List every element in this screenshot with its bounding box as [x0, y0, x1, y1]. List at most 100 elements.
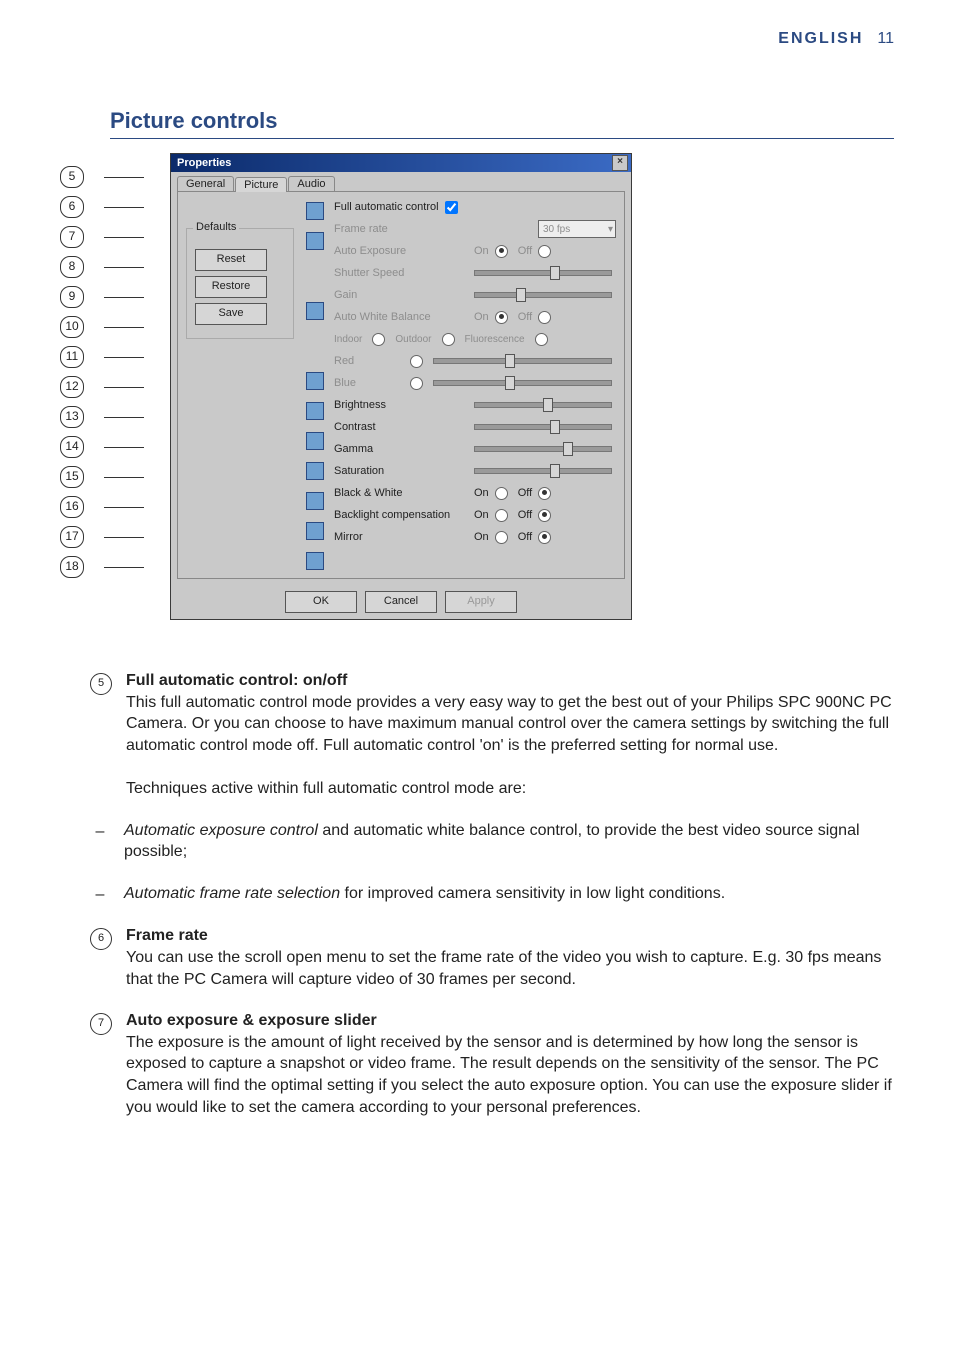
- cancel-button[interactable]: Cancel: [365, 591, 437, 613]
- gamma-icon: [306, 432, 324, 450]
- mirror-on-radio[interactable]: [495, 531, 508, 544]
- bw-off-radio[interactable]: [538, 487, 551, 500]
- header-language: ENGLISH: [778, 30, 863, 48]
- auto-wb-off-radio[interactable]: [538, 311, 551, 324]
- mirror-off-radio[interactable]: [538, 531, 551, 544]
- entry-6-body: You can use the scroll open menu to set …: [126, 949, 881, 988]
- saturation-label: Saturation: [334, 465, 464, 477]
- defaults-legend: Defaults: [193, 221, 239, 233]
- shutter-speed-slider[interactable]: [474, 270, 612, 276]
- entry-6-title: Frame rate: [126, 927, 208, 944]
- callout-15: 15: [60, 466, 84, 488]
- gamma-label: Gamma: [334, 443, 464, 455]
- brightness-icon: [306, 372, 324, 390]
- entry-5-bullet1-italic: Automatic exposure control: [124, 822, 318, 839]
- entry-7-title: Auto exposure & exposure slider: [126, 1012, 377, 1029]
- contrast-icon: [306, 402, 324, 420]
- reset-button[interactable]: Reset: [195, 249, 267, 271]
- red-label: Red: [334, 355, 404, 367]
- frame-rate-label: Frame rate: [334, 223, 464, 235]
- framerate-icon: [306, 202, 324, 220]
- whitebalance-icon: [306, 302, 324, 320]
- close-icon[interactable]: ×: [612, 155, 628, 171]
- bw-on-radio[interactable]: [495, 487, 508, 500]
- entry-5-body: This full automatic control mode provide…: [126, 694, 892, 754]
- brightness-label: Brightness: [334, 399, 464, 411]
- page: ENGLISH 11 Picture controls 5 6 7 8 9 10…: [0, 0, 954, 1350]
- callout-6: 6: [60, 196, 84, 218]
- callout-7: 7: [60, 226, 84, 248]
- backlight-on-radio[interactable]: [495, 509, 508, 522]
- entry-5-bullet2-italic: Automatic frame rate selection: [124, 885, 340, 902]
- icon-column: [304, 198, 326, 570]
- mirror-label: Mirror: [334, 531, 464, 543]
- entry-6-marker: 6: [90, 928, 112, 950]
- callout-11: 11: [60, 346, 84, 368]
- red-radio[interactable]: [410, 355, 423, 368]
- blue-radio[interactable]: [410, 377, 423, 390]
- properties-dialog: Properties × General Picture Audio Defau…: [170, 153, 632, 620]
- gamma-slider[interactable]: [474, 446, 612, 452]
- dialog-titlebar[interactable]: Properties ×: [171, 154, 631, 172]
- backlight-off-radio[interactable]: [538, 509, 551, 522]
- fluorescence-label: Fluorescence: [465, 334, 525, 345]
- auto-exposure-off-radio[interactable]: [538, 245, 551, 258]
- callout-5: 5: [60, 166, 84, 188]
- indoor-radio[interactable]: [372, 333, 385, 346]
- full-auto-checkbox[interactable]: [445, 201, 458, 214]
- full-auto-label: Full automatic control: [334, 201, 439, 213]
- callout-10: 10: [60, 316, 84, 338]
- auto-wb-label: Auto White Balance: [334, 311, 464, 323]
- contrast-slider[interactable]: [474, 424, 612, 430]
- callout-13: 13: [60, 406, 84, 428]
- auto-wb-on-radio[interactable]: [495, 311, 508, 324]
- callout-16: 16: [60, 496, 84, 518]
- bullet-dash: –: [90, 821, 110, 863]
- entry-7-marker: 7: [90, 1013, 112, 1035]
- frame-rate-dropdown[interactable]: 30 fps▾: [538, 220, 616, 238]
- red-slider[interactable]: [433, 358, 612, 364]
- blue-slider[interactable]: [433, 380, 612, 386]
- figure: 5 6 7 8 9 10 11 12 13 14 15 16 17 18 Pro…: [110, 153, 894, 620]
- entry-5-bullet2-rest: for improved camera sensitivity in low l…: [340, 885, 725, 902]
- outdoor-label: Outdoor: [395, 334, 431, 345]
- indoor-label: Indoor: [334, 334, 362, 345]
- callout-12: 12: [60, 376, 84, 398]
- tab-general[interactable]: General: [177, 176, 234, 191]
- tab-audio[interactable]: Audio: [288, 176, 334, 191]
- picture-panel: Defaults Reset Restore Save: [177, 191, 625, 579]
- callout-8: 8: [60, 256, 84, 278]
- gain-slider[interactable]: [474, 292, 612, 298]
- section-title: Picture controls: [110, 108, 894, 139]
- callout-column: 5 6 7 8 9 10 11 12 13 14 15 16 17 18: [60, 167, 144, 577]
- brightness-slider[interactable]: [474, 402, 612, 408]
- restore-button[interactable]: Restore: [195, 276, 267, 298]
- mirror-icon: [306, 552, 324, 570]
- fluorescence-radio[interactable]: [535, 333, 548, 346]
- callout-9: 9: [60, 286, 84, 308]
- auto-exposure-on-radio[interactable]: [495, 245, 508, 258]
- backlight-label: Backlight compensation: [334, 509, 464, 521]
- blackwhite-icon: [306, 492, 324, 510]
- tab-picture[interactable]: Picture: [235, 177, 287, 192]
- chevron-down-icon: ▾: [608, 224, 613, 235]
- entry-5-title: Full automatic control: on/off: [126, 672, 347, 689]
- ok-button[interactable]: OK: [285, 591, 357, 613]
- saturation-icon: [306, 462, 324, 480]
- defaults-group: Defaults Reset Restore Save: [186, 228, 294, 339]
- callout-14: 14: [60, 436, 84, 458]
- entry-5-marker: 5: [90, 673, 112, 695]
- black-white-label: Black & White: [334, 487, 464, 499]
- callout-17: 17: [60, 526, 84, 548]
- shutter-speed-label: Shutter Speed: [334, 267, 464, 279]
- save-button[interactable]: Save: [195, 303, 267, 325]
- outdoor-radio[interactable]: [442, 333, 455, 346]
- gain-label: Gain: [334, 289, 464, 301]
- apply-button[interactable]: Apply: [445, 591, 517, 613]
- entry-5-lead: Techniques active within full automatic …: [126, 780, 526, 797]
- saturation-slider[interactable]: [474, 468, 612, 474]
- body-text: 5 Full automatic control: on/off This fu…: [90, 670, 894, 1118]
- page-header: ENGLISH 11: [60, 30, 894, 48]
- dialog-title: Properties: [177, 157, 231, 169]
- dialog-button-row: OK Cancel Apply: [171, 585, 631, 619]
